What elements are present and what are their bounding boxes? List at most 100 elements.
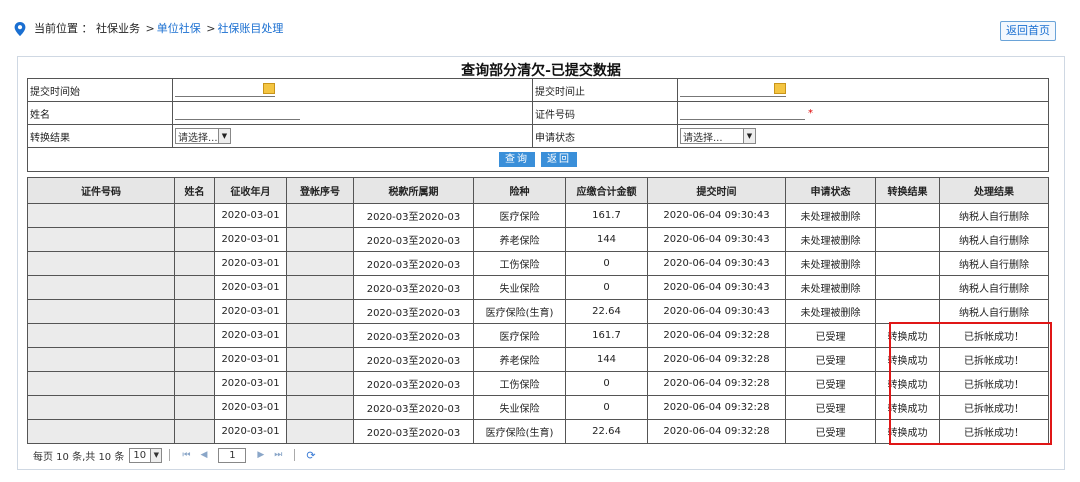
back-button[interactable]: 返回: [541, 152, 577, 167]
table-row[interactable]: 2020-03-01 2020-03至2020-03 失业保险 0 2020-06-04…: [27, 395, 1049, 420]
table-cell: 2020-06-04 09:32:28: [647, 347, 786, 372]
table-cell: 纳税人自行删除: [939, 275, 1049, 300]
table-header-row: 证件号码 姓名 征收年月 登帐序号 税款所属期 险种 应缴合计金额 提交时间 申请状态 转换结果处…: [27, 177, 1049, 204]
button-row: 查询 返回: [27, 147, 1049, 172]
table-cell: 2020-06-04 09:30:43: [647, 275, 786, 300]
apply-status-select[interactable]: 请选择... ▼: [680, 128, 756, 144]
table-row[interactable]: 2020-03-01 2020-03至2020-03 医疗保险 161.7 2020-0…: [27, 323, 1049, 348]
column-header: 应缴合计金额: [565, 177, 648, 204]
next-page-icon[interactable]: ▶: [257, 450, 264, 460]
table-cell: 2020-03至2020-03: [353, 419, 474, 444]
table-cell: [875, 251, 940, 276]
table-cell: 未处理被删除: [785, 275, 876, 300]
table-cell: [174, 371, 215, 396]
column-header: 登帐序号: [286, 177, 354, 204]
chevron-down-icon[interactable]: ▼: [150, 448, 162, 462]
table-cell: 22.64: [565, 419, 648, 444]
submit-time-start-input[interactable]: [175, 83, 275, 97]
table-cell: 22.64: [565, 299, 648, 324]
chevron-down-icon[interactable]: ▼: [218, 129, 230, 143]
table-cell: 已拆帐成功！: [939, 419, 1049, 444]
table-row[interactable]: 2020-03-01 2020-03至2020-03 失业保险 0 2020-06-04…: [27, 275, 1049, 300]
chevron-down-icon[interactable]: ▼: [743, 129, 755, 143]
table-row[interactable]: 2020-03-01 2020-03至2020-03 医疗保险 161.7 2020-0…: [27, 203, 1049, 228]
column-header: 征收年月: [214, 177, 287, 204]
table-cell: [174, 251, 215, 276]
return-home-button[interactable]: 返回首页: [1000, 21, 1056, 41]
calendar-icon[interactable]: [774, 83, 786, 94]
table-cell: 纳税人自行删除: [939, 227, 1049, 252]
table-cell: [27, 347, 175, 372]
table-cell: [27, 299, 175, 324]
submit-time-end-input[interactable]: [680, 83, 786, 97]
table-cell: 2020-06-04 09:32:28: [647, 323, 786, 348]
breadcrumb-sep: >: [145, 22, 155, 35]
last-page-icon[interactable]: ⏭: [274, 450, 282, 460]
first-page-icon[interactable]: ⏮: [182, 450, 190, 460]
table-cell: [286, 203, 354, 228]
table-cell: [174, 323, 215, 348]
column-header: 处理结果: [939, 177, 1049, 204]
name-input[interactable]: [175, 106, 300, 120]
table-cell: 0: [565, 251, 648, 276]
convert-result-cell: 请选择... ▼: [172, 124, 533, 148]
id-number-cell: *: [677, 101, 1049, 125]
table-cell: [27, 275, 175, 300]
calendar-icon[interactable]: [263, 83, 275, 94]
location-pin-icon: [14, 22, 26, 36]
table-row[interactable]: 2020-03-01 2020-03至2020-03 养老保险 144 2020-06-…: [27, 227, 1049, 252]
apply-status-label: 申请状态: [532, 124, 678, 148]
submit-time-end-label: 提交时间止: [532, 78, 678, 102]
table-row[interactable]: 2020-03-01 2020-03至2020-03 医疗保险(生育) 22.64 20…: [27, 419, 1049, 444]
table-row[interactable]: 2020-03-01 2020-03至2020-03 养老保险 144 2020-06-…: [27, 347, 1049, 372]
table-cell: [875, 299, 940, 324]
table-cell: [27, 203, 175, 228]
table-cell: [286, 419, 354, 444]
column-header: 税款所属期: [353, 177, 474, 204]
table-cell: 2020-06-04 09:32:28: [647, 419, 786, 444]
breadcrumb-label: 当前位置 ：: [34, 22, 93, 35]
id-number-input[interactable]: [680, 106, 805, 120]
refresh-icon[interactable]: ⟳: [306, 449, 315, 462]
table-cell: [174, 419, 215, 444]
breadcrumb-link-account[interactable]: 社保账目处理: [217, 22, 283, 35]
convert-result-select[interactable]: 请选择... ▼: [175, 128, 231, 144]
table-cell: 养老保险: [473, 227, 566, 252]
column-header: 险种: [473, 177, 566, 204]
table-cell: [174, 227, 215, 252]
table-cell: 已拆帐成功！: [939, 371, 1049, 396]
table-row[interactable]: 2020-03-01 2020-03至2020-03 医疗保险(生育) 22.64 20…: [27, 299, 1049, 324]
name-cell: [172, 101, 533, 125]
table-cell: 未处理被删除: [785, 203, 876, 228]
breadcrumb-link-unit-social[interactable]: 单位社保: [157, 22, 201, 35]
column-header: 姓名: [174, 177, 215, 204]
table-cell: 2020-03-01: [214, 251, 287, 276]
table-cell: [286, 395, 354, 420]
breadcrumb-root: 社保业务: [96, 22, 140, 35]
table-cell: [286, 251, 354, 276]
search-form: 提交时间始 提交时间止 姓名 证件号码 * 转换结果 请选择... ▼ 申请状态 …: [27, 78, 1049, 172]
convert-result-label: 转换结果: [27, 124, 173, 148]
column-header: 提交时间: [647, 177, 786, 204]
prev-page-icon[interactable]: ◀: [200, 450, 207, 460]
table-cell: 2020-03-01: [214, 347, 287, 372]
submit-time-start-cell: [172, 78, 533, 102]
page-size-select[interactable]: 10 ▼: [129, 447, 163, 463]
table-cell: [286, 299, 354, 324]
table-cell: [286, 275, 354, 300]
table-cell: 已拆帐成功！: [939, 347, 1049, 372]
table-cell: 转换成功: [875, 371, 940, 396]
breadcrumb-sep: >: [206, 22, 216, 35]
table-cell: 已受理: [785, 347, 876, 372]
query-button[interactable]: 查询: [499, 152, 535, 167]
current-page-input[interactable]: 1: [218, 447, 247, 463]
results-table: 证件号码 姓名 征收年月 登帐序号 税款所属期 险种 应缴合计金额 提交时间 申请状态 转换结果处…: [27, 177, 1049, 444]
table-row[interactable]: 2020-03-01 2020-03至2020-03 工伤保险 0 2020-06-04…: [27, 371, 1049, 396]
page-size-value: 10: [133, 449, 147, 461]
table-cell: 2020-03至2020-03: [353, 227, 474, 252]
table-cell: 2020-06-04 09:30:43: [647, 227, 786, 252]
table-cell: 2020-03-01: [214, 395, 287, 420]
id-number-label: 证件号码: [532, 101, 678, 125]
table-cell: [286, 227, 354, 252]
table-row[interactable]: 2020-03-01 2020-03至2020-03 工伤保险 0 2020-06-04…: [27, 251, 1049, 276]
